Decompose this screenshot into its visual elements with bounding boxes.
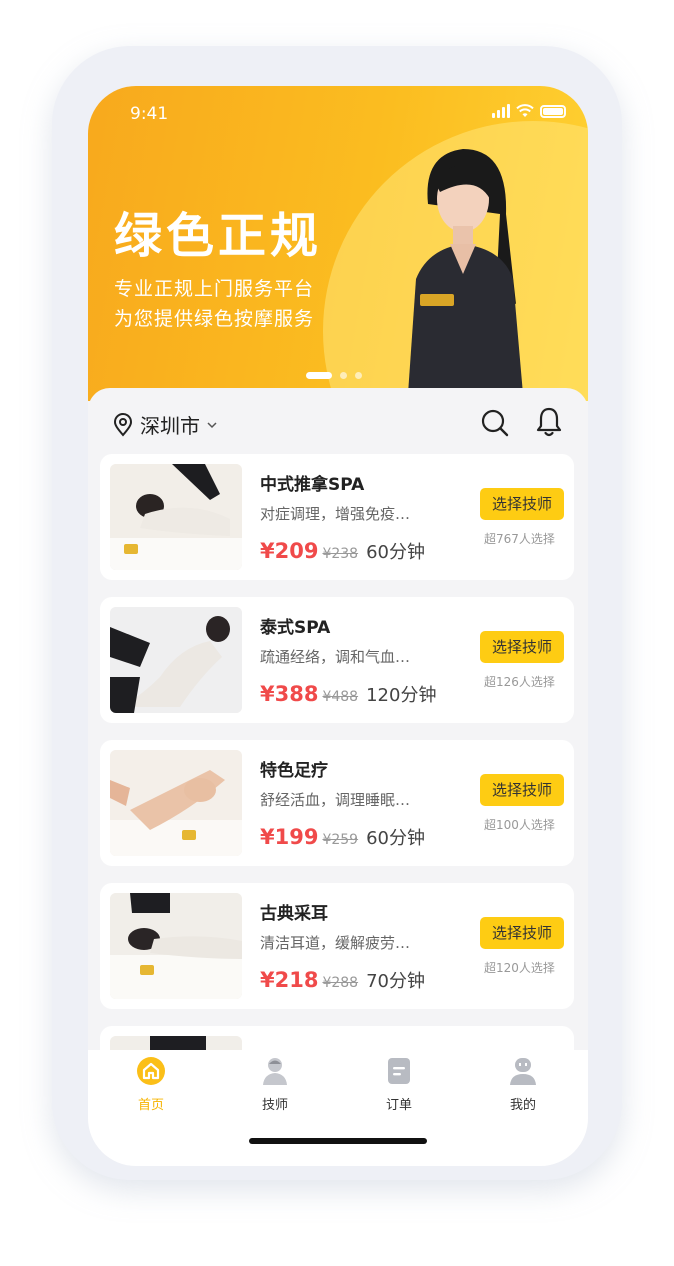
select-technician-button[interactable]: 选择技师	[480, 774, 564, 806]
service-name: 古典采耳	[260, 904, 328, 924]
service-price: ¥209	[260, 539, 319, 563]
selection-count: 超120人选择	[484, 961, 555, 975]
bottom-tab-bar: 首页 技师 订单 我的	[88, 1050, 588, 1166]
tab-label: 订单	[385, 1098, 412, 1113]
order-icon	[388, 1058, 410, 1084]
status-time: 9:41	[130, 104, 169, 124]
bell-icon[interactable]	[534, 406, 564, 438]
tab-technician[interactable]: 技师	[235, 1056, 315, 1113]
city-label: 深圳市	[140, 414, 200, 438]
technician-icon	[263, 1058, 287, 1085]
carousel-indicator[interactable]	[306, 372, 362, 379]
carousel-dot-3[interactable]	[355, 372, 362, 379]
service-card[interactable]: 中式推拿SPA 对症调理，增强免疫… ¥209 ¥238 60分钟 选择技师 超…	[100, 454, 574, 580]
service-name: 特色足疗	[260, 761, 328, 781]
tab-label: 首页	[137, 1098, 164, 1113]
selection-count: 超767人选择	[484, 532, 555, 546]
service-thumbnail	[110, 893, 242, 999]
select-technician-button[interactable]: 选择技师	[480, 917, 564, 949]
price-row: ¥218 ¥288 70分钟	[260, 967, 425, 993]
banner-subtitle-2: 为您提供绿色按摩服务	[114, 308, 315, 330]
service-price: ¥218	[260, 968, 319, 992]
service-duration: 120分钟	[366, 685, 437, 706]
price-row: ¥388 ¥488 120分钟	[260, 681, 436, 707]
service-duration: 60分钟	[366, 542, 425, 563]
home-icon	[137, 1057, 165, 1085]
tab-profile[interactable]: 我的	[483, 1056, 563, 1113]
service-thumbnail	[110, 750, 242, 856]
service-thumbnail	[110, 607, 242, 713]
original-price: ¥488	[322, 689, 359, 705]
service-price: ¥199	[260, 825, 319, 849]
banner-title: 绿色正规	[114, 208, 323, 264]
service-desc: 舒经活血，调理睡眠…	[260, 791, 411, 809]
banner-model-image	[408, 149, 523, 394]
original-price: ¥259	[322, 832, 359, 848]
search-icon[interactable]	[480, 408, 510, 438]
selection-count: 超100人选择	[484, 818, 555, 832]
price-row: ¥209 ¥238 60分钟	[260, 538, 425, 564]
carousel-dot-1[interactable]	[306, 372, 332, 379]
select-technician-button[interactable]: 选择技师	[480, 488, 564, 520]
phone-screen: 9:41 绿色正规 专业正规上门服务平台 为您提供绿色按摩服务 深圳市 中式推拿…	[88, 86, 588, 1166]
chevron-down-icon	[207, 421, 217, 428]
location-pin-icon	[113, 412, 133, 437]
service-desc: 疏通经络，调和气血…	[260, 648, 411, 666]
banner-subtitle-1: 专业正规上门服务平台	[114, 278, 315, 300]
original-price: ¥238	[322, 546, 359, 562]
service-card[interactable]: 特色足疗 舒经活血，调理睡眠… ¥199 ¥259 60分钟 选择技师 超100…	[100, 740, 574, 866]
selection-count: 超126人选择	[484, 675, 555, 689]
service-name: 中式推拿SPA	[260, 475, 365, 495]
wifi-icon	[516, 104, 534, 117]
carousel-dot-2[interactable]	[340, 372, 347, 379]
service-name: 泰式SPA	[260, 618, 331, 638]
hero-banner[interactable]: 9:41 绿色正规 专业正规上门服务平台 为您提供绿色按摩服务	[88, 86, 588, 401]
content-sheet: 深圳市 中式推拿SPA 对症调理，增强免疫… ¥209 ¥238 60分钟 选择…	[88, 388, 588, 1152]
service-duration: 60分钟	[366, 828, 425, 849]
battery-icon	[540, 105, 566, 118]
service-thumbnail	[110, 464, 242, 570]
service-desc: 对症调理，增强免疫…	[260, 505, 411, 523]
price-row: ¥199 ¥259 60分钟	[260, 824, 425, 850]
service-card[interactable]: 泰式SPA 疏通经络，调和气血… ¥388 ¥488 120分钟 选择技师 超1…	[100, 597, 574, 723]
signal-icon	[492, 104, 510, 118]
tab-label: 我的	[509, 1098, 536, 1113]
original-price: ¥288	[322, 975, 359, 991]
home-indicator[interactable]	[249, 1138, 427, 1144]
location-selector[interactable]: 深圳市	[112, 410, 218, 439]
service-duration: 70分钟	[366, 971, 425, 992]
service-price: ¥388	[260, 682, 319, 706]
tab-label: 技师	[261, 1098, 288, 1113]
tab-home[interactable]: 首页	[111, 1056, 191, 1113]
status-icons	[492, 104, 566, 118]
profile-icon	[510, 1058, 536, 1085]
service-card[interactable]: 古典采耳 清洁耳道，缓解疲劳… ¥218 ¥288 70分钟 选择技师 超120…	[100, 883, 574, 1009]
tab-orders[interactable]: 订单	[359, 1056, 439, 1113]
select-technician-button[interactable]: 选择技师	[480, 631, 564, 663]
service-desc: 清洁耳道，缓解疲劳…	[260, 934, 411, 952]
